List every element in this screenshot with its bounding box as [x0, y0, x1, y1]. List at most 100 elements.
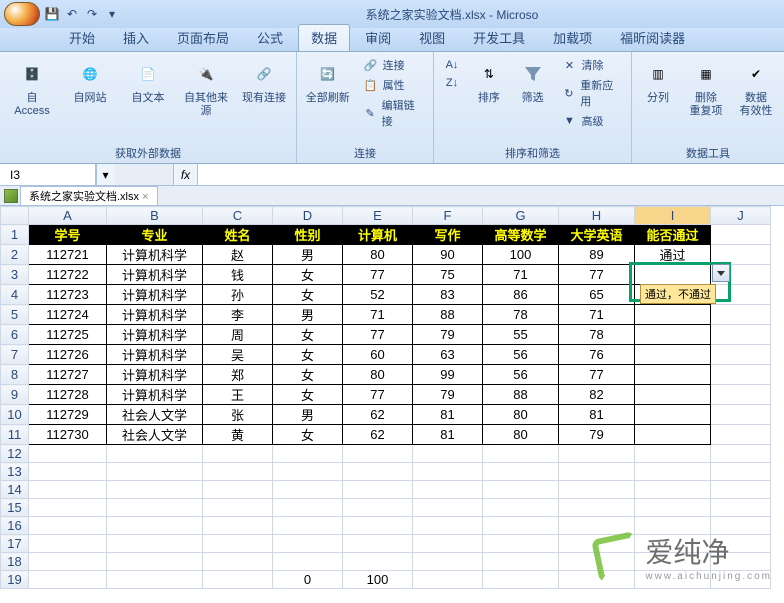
cell[interactable]: 女 [273, 325, 343, 345]
cell[interactable] [107, 517, 203, 535]
tab-review[interactable]: 审阅 [352, 24, 404, 51]
cell[interactable] [273, 481, 343, 499]
cell[interactable]: 71 [559, 305, 635, 325]
undo-icon[interactable]: ↶ [64, 6, 80, 22]
cell[interactable] [343, 481, 413, 499]
spreadsheet-grid[interactable]: ABCDEFGHIJ1学号专业姓名性别计算机写作高等数学大学英语能否通过2112… [0, 206, 784, 594]
cell[interactable]: 社会人文学 [107, 405, 203, 425]
cell[interactable]: 88 [483, 385, 559, 405]
cell[interactable]: 77 [559, 365, 635, 385]
cell[interactable] [559, 463, 635, 481]
cell[interactable] [203, 463, 273, 481]
cell[interactable]: 71 [343, 305, 413, 325]
cell[interactable]: 郑 [203, 365, 273, 385]
cell[interactable]: 吴 [203, 345, 273, 365]
row-header[interactable]: 18 [1, 553, 29, 571]
cell[interactable] [107, 481, 203, 499]
cell[interactable] [711, 325, 771, 345]
cell[interactable] [29, 571, 107, 589]
edit-links-button[interactable]: ✎编辑链接 [359, 96, 427, 130]
cell[interactable]: 79 [413, 325, 483, 345]
cell[interactable]: 计算机科学 [107, 365, 203, 385]
cell[interactable]: 100 [483, 245, 559, 265]
cell[interactable] [635, 463, 711, 481]
cell[interactable]: 112722 [29, 265, 107, 285]
workbook-tab[interactable]: 系统之家实验文档.xlsx × [20, 186, 158, 205]
cell[interactable] [203, 499, 273, 517]
cell[interactable] [483, 499, 559, 517]
cell[interactable]: 王 [203, 385, 273, 405]
column-header[interactable]: B [107, 207, 203, 225]
cell[interactable]: 大学英语 [559, 225, 635, 245]
cell[interactable] [483, 517, 559, 535]
cell[interactable]: 男 [273, 305, 343, 325]
column-header[interactable]: G [483, 207, 559, 225]
cell[interactable]: 78 [559, 325, 635, 345]
cell[interactable]: 56 [483, 345, 559, 365]
cell[interactable] [635, 325, 711, 345]
cell[interactable]: 社会人文学 [107, 425, 203, 445]
save-icon[interactable]: 💾 [44, 6, 60, 22]
cell[interactable]: 90 [413, 245, 483, 265]
sort-button[interactable]: ⇅排序 [470, 56, 508, 107]
tab-view[interactable]: 视图 [406, 24, 458, 51]
tab-addin[interactable]: 加载项 [540, 24, 605, 51]
cell[interactable]: 62 [343, 425, 413, 445]
cell[interactable] [483, 445, 559, 463]
cell[interactable] [413, 571, 483, 589]
cell[interactable]: 赵 [203, 245, 273, 265]
column-header[interactable]: A [29, 207, 107, 225]
cell[interactable] [273, 445, 343, 463]
cell[interactable] [203, 571, 273, 589]
cell[interactable]: 81 [413, 425, 483, 445]
cell[interactable]: 88 [413, 305, 483, 325]
cell[interactable]: 112725 [29, 325, 107, 345]
cell[interactable]: 63 [413, 345, 483, 365]
cell[interactable]: 计算机科学 [107, 285, 203, 305]
row-header[interactable]: 2 [1, 245, 29, 265]
cell[interactable]: 112721 [29, 245, 107, 265]
cell[interactable]: 75 [413, 265, 483, 285]
cell[interactable] [413, 499, 483, 517]
fx-button[interactable]: fx [174, 164, 198, 185]
row-header[interactable]: 12 [1, 445, 29, 463]
cell[interactable] [29, 535, 107, 553]
cell[interactable] [107, 445, 203, 463]
cell[interactable] [711, 385, 771, 405]
cell[interactable] [711, 425, 771, 445]
cell[interactable] [343, 463, 413, 481]
cell[interactable] [413, 535, 483, 553]
existing-conn-button[interactable]: 🔗现有连接 [238, 56, 290, 107]
cell[interactable] [635, 405, 711, 425]
cell[interactable]: 通过 [635, 245, 711, 265]
cell[interactable]: 男 [273, 245, 343, 265]
cell[interactable] [343, 553, 413, 571]
cell[interactable]: 62 [343, 405, 413, 425]
cell[interactable]: 孙 [203, 285, 273, 305]
cell[interactable] [635, 481, 711, 499]
cell[interactable]: 112727 [29, 365, 107, 385]
cell[interactable]: 56 [483, 365, 559, 385]
cell[interactable] [483, 553, 559, 571]
cell[interactable]: 112729 [29, 405, 107, 425]
cell[interactable] [635, 499, 711, 517]
tab-insert[interactable]: 插入 [110, 24, 162, 51]
cell[interactable]: 计算机科学 [107, 305, 203, 325]
cell[interactable]: 张 [203, 405, 273, 425]
cell[interactable]: 79 [413, 385, 483, 405]
cell[interactable] [203, 445, 273, 463]
cell[interactable]: 55 [483, 325, 559, 345]
cell[interactable] [343, 517, 413, 535]
cell[interactable] [483, 571, 559, 589]
cell[interactable] [343, 535, 413, 553]
cell[interactable] [29, 445, 107, 463]
cell[interactable] [107, 553, 203, 571]
cell[interactable] [635, 365, 711, 385]
cell[interactable]: 99 [413, 365, 483, 385]
cell[interactable] [711, 345, 771, 365]
from-access-button[interactable]: 🗄️自 Access [6, 56, 58, 120]
cell[interactable]: 女 [273, 265, 343, 285]
cell[interactable]: 80 [483, 425, 559, 445]
cell[interactable] [711, 445, 771, 463]
cell[interactable]: 计算机科学 [107, 385, 203, 405]
